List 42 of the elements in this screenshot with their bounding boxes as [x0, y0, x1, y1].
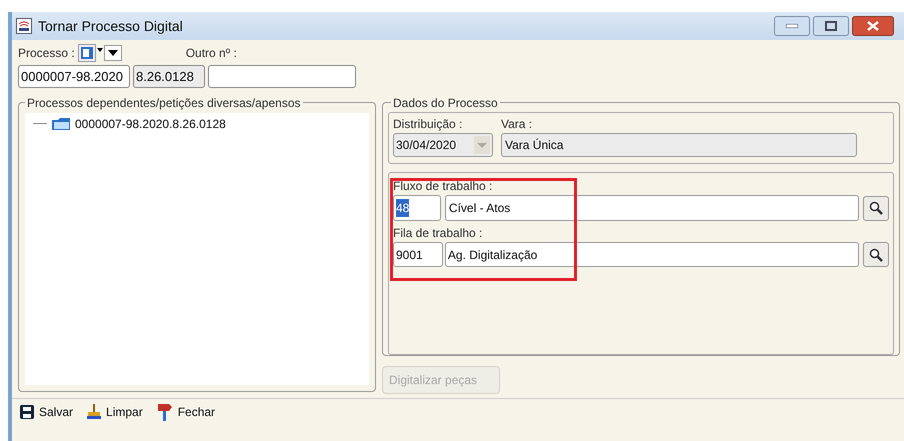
field-label: Outro nº : [186, 45, 237, 62]
minimize-button[interactable] [774, 16, 810, 36]
caret-icon [474, 136, 490, 154]
workflow-code-field[interactable]: 48 [393, 195, 441, 221]
clear-button[interactable]: Limpar [87, 402, 143, 420]
search-icon [869, 201, 884, 215]
broom-icon [87, 404, 102, 420]
process-type-button[interactable] [78, 44, 96, 62]
date-field[interactable]: 30/04/2020 [393, 133, 493, 157]
court-field: Vara Única [501, 133, 857, 157]
app-icon [16, 18, 32, 34]
caret-icon [96, 48, 103, 52]
search-icon [869, 248, 884, 262]
close-icon [867, 21, 879, 31]
close-button[interactable]: Fechar [156, 402, 216, 420]
folder-icon [51, 117, 71, 131]
window-title: Tornar Processo Digital [38, 16, 183, 36]
field-label: Fila de trabalho : [393, 225, 484, 242]
field-label: Distribuição : [393, 116, 464, 133]
tree-line [33, 123, 47, 125]
field-label: Fluxo de trabalho : [393, 178, 494, 195]
search-button[interactable] [863, 242, 889, 267]
maximize-icon [825, 21, 837, 31]
field-label: Vara : [501, 116, 532, 133]
search-button[interactable] [863, 196, 889, 220]
minimize-icon [786, 24, 798, 28]
queue-field[interactable]: Ag. Digitalização [444, 242, 860, 267]
maximize-button[interactable] [813, 16, 849, 36]
queue-code-field[interactable]: 9001 [393, 242, 443, 267]
selected-text: 48 [396, 199, 410, 217]
save-button[interactable]: Salvar [20, 402, 74, 420]
workflow-field[interactable]: Cível - Atos [444, 195, 860, 221]
field-label: Processo : [18, 45, 75, 62]
tree-item[interactable]: 0000007-98.2020.8.26.0128 [75, 115, 226, 133]
document-icon [80, 47, 93, 59]
other-number-field[interactable] [208, 65, 356, 88]
caret-icon [108, 50, 118, 56]
process-number-field[interactable]: 0000007-98.2020 [18, 65, 130, 88]
signpost-icon [156, 402, 173, 420]
close-button[interactable] [852, 16, 894, 36]
process-origin-field[interactable]: 8.26.0128 [133, 65, 205, 88]
dropdown-button[interactable] [104, 45, 122, 61]
